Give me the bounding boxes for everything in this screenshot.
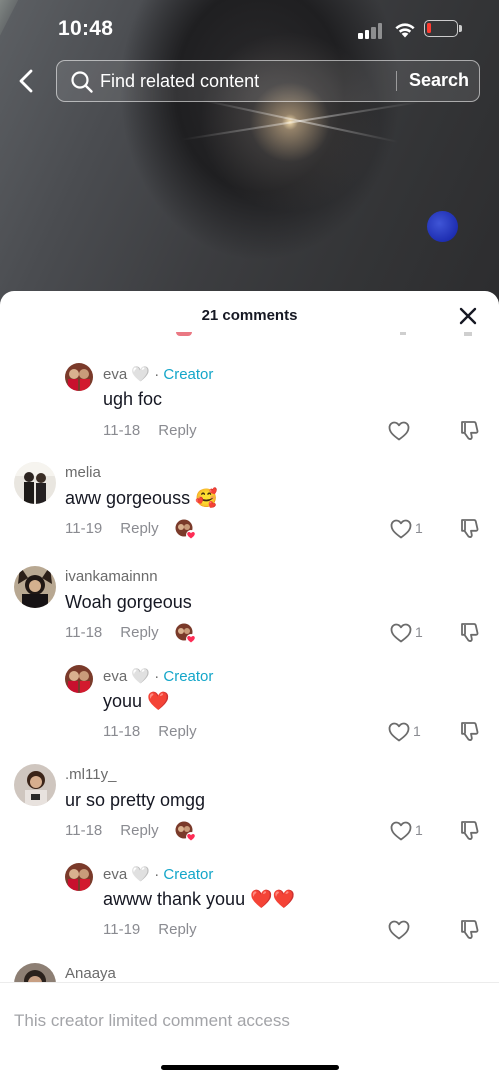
heart-icon[interactable] <box>388 919 410 941</box>
creator-badge: Creator <box>163 668 214 685</box>
battery-tip <box>459 25 462 32</box>
light-streak <box>201 99 399 143</box>
avatar[interactable] <box>65 863 93 891</box>
comment-meta: 11-19 Reply <box>103 921 197 938</box>
comment-text: Woah gorgeous <box>65 592 192 612</box>
avatar[interactable] <box>14 566 56 608</box>
like-count: 1 <box>413 723 421 739</box>
creator-liked-avatar <box>175 623 196 644</box>
search-icon <box>71 71 93 93</box>
comment-username[interactable]: eva 🤍 · Creator <box>103 365 213 383</box>
comment-meta: 11-19 Reply <box>65 520 159 537</box>
like-count: 1 <box>415 822 423 838</box>
comment-username[interactable]: Anaaya <box>65 965 116 982</box>
comment-username[interactable]: eva 🤍 · Creator <box>103 667 213 685</box>
comment-reply: eva 🤍 · Creator ugh foc 11-18 Reply <box>0 363 499 441</box>
reply-button[interactable]: Reply <box>158 422 196 439</box>
comments-count-title: 21 comments <box>201 307 298 324</box>
reply-button[interactable]: Reply <box>120 520 158 537</box>
heart-icon[interactable] <box>388 420 410 442</box>
heart-icon[interactable] <box>390 518 412 540</box>
avatar[interactable] <box>65 665 93 693</box>
battery-icon <box>424 20 458 37</box>
heart-icon[interactable] <box>390 622 412 644</box>
comment-date: 11-18 <box>103 422 141 439</box>
comment-reply: eva 🤍 · Creator awww thank youu ❤️❤️ 11-… <box>0 863 499 941</box>
comment: melia aww gorgeouss 🥰 11-19 Reply 1 <box>0 462 499 542</box>
creator-liked-avatar <box>175 821 196 842</box>
search-input[interactable] <box>100 67 390 95</box>
avatar[interactable] <box>65 363 93 391</box>
comment-date: 11-19 <box>103 921 141 938</box>
comment-username[interactable]: ivankamainnn <box>65 568 158 585</box>
comments-sheet: 21 comments eva 🤍 · Creator ugh foc 11-1… <box>0 291 499 1080</box>
comment-meta: 11-18 Reply <box>65 624 159 641</box>
avatar[interactable] <box>14 462 56 504</box>
status-bar: 10:48 <box>0 0 499 56</box>
dislike-icon[interactable] <box>458 720 480 742</box>
wifi-icon <box>395 23 415 38</box>
comment-access-message: This creator limited comment access <box>14 1011 290 1030</box>
comment-reply: eva 🤍 · Creator youu ❤️ 11-18 Reply 1 <box>0 665 499 743</box>
dislike-icon[interactable] <box>458 419 480 441</box>
clipped-previous-row <box>0 331 499 341</box>
cellular-signal-icon <box>358 21 384 39</box>
dislike-icon[interactable] <box>458 621 480 643</box>
creator-badge: Creator <box>163 866 214 883</box>
dislike-icon[interactable] <box>458 819 480 841</box>
comment-date: 11-18 <box>103 723 141 740</box>
like-count: 1 <box>415 520 423 536</box>
home-indicator[interactable] <box>161 1065 339 1070</box>
status-time: 10:48 <box>58 17 114 40</box>
reply-button[interactable]: Reply <box>158 921 196 938</box>
creator-badge: Creator <box>163 366 214 383</box>
search-bar[interactable]: Search <box>56 60 480 102</box>
reply-button[interactable]: Reply <box>120 624 158 641</box>
comment-text: ur so pretty omgg <box>65 790 206 810</box>
reply-button[interactable]: Reply <box>120 822 158 839</box>
search-divider <box>396 71 397 91</box>
dislike-icon[interactable] <box>458 517 480 539</box>
comment-username[interactable]: melia <box>65 464 101 481</box>
search-button[interactable]: Search <box>409 70 469 91</box>
comment-meta: 11-18 Reply <box>103 422 197 439</box>
creator-liked-avatar <box>175 519 196 540</box>
reply-button[interactable]: Reply <box>158 723 196 740</box>
heart-icon[interactable] <box>390 820 412 842</box>
comment-username[interactable]: .ml11y_ <box>65 766 116 783</box>
back-arrow-icon[interactable] <box>16 68 38 94</box>
comment-text: youu ❤️ <box>103 691 170 711</box>
comment-date: 11-18 <box>65 822 103 839</box>
comment-text: aww gorgeouss 🥰 <box>65 488 218 508</box>
blue-dot <box>427 211 458 242</box>
close-icon[interactable] <box>458 306 478 326</box>
comment-date: 11-18 <box>65 624 103 641</box>
comment-username[interactable]: eva 🤍 · Creator <box>103 865 213 883</box>
comment-meta: 11-18 Reply <box>65 822 159 839</box>
comment: ivankamainnn Woah gorgeous 11-18 Reply 1 <box>0 566 499 646</box>
comment: .ml11y_ ur so pretty omgg 11-18 Reply 1 <box>0 764 499 844</box>
dislike-icon[interactable] <box>458 918 480 940</box>
comment-meta: 11-18 Reply <box>103 723 197 740</box>
comment-text: awww thank youu ❤️❤️ <box>103 889 295 909</box>
comment-text: ugh foc <box>103 389 163 409</box>
comment-date: 11-19 <box>65 520 103 537</box>
heart-icon[interactable] <box>388 721 410 743</box>
avatar[interactable] <box>14 764 56 806</box>
like-count: 1 <box>415 624 423 640</box>
